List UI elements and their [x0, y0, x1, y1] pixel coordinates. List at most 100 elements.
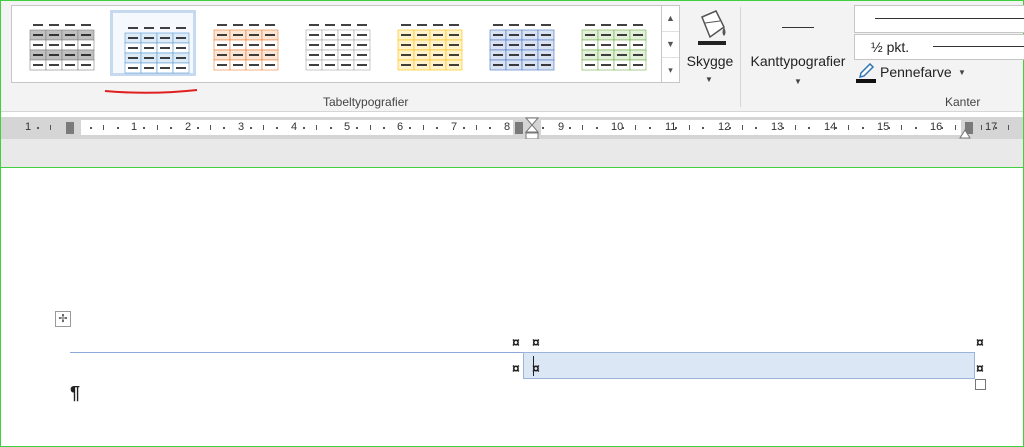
ruler-tick — [596, 127, 598, 129]
table-style-grid-table-blue[interactable] — [478, 10, 564, 76]
table-style-thumbnail-icon — [581, 24, 647, 71]
gallery-scroll-down-button[interactable]: ▼ — [662, 32, 679, 58]
ruler-tick — [117, 127, 119, 129]
ruler-tick — [729, 127, 731, 129]
ruler-tick — [848, 125, 849, 130]
ruler-tick — [675, 127, 677, 129]
border-styles-button[interactable]: Kanttypografier ▼ — [744, 7, 852, 97]
ruler-number: 2 — [185, 121, 192, 133]
ruler-tick — [689, 125, 690, 130]
paragraph-mark: ¶ — [70, 383, 81, 403]
table-resize-handle[interactable] — [975, 379, 986, 390]
ruler-tick — [276, 127, 278, 129]
ruler-tick — [250, 127, 252, 129]
ruler-tick — [316, 125, 317, 130]
pen-color-swatch — [856, 79, 876, 83]
document-page[interactable] — [1, 168, 1023, 445]
ruler-tick — [808, 127, 810, 129]
line-style-dropdown[interactable] — [854, 5, 1024, 33]
cell-end-marker: ¤ — [512, 360, 520, 376]
table-style-grid-table-green[interactable] — [570, 10, 656, 76]
ruler-tick — [582, 125, 583, 130]
ruler-tick — [330, 127, 332, 129]
right-indent-marker[interactable] — [959, 127, 971, 139]
border-styles-label: Kanttypografier — [750, 53, 846, 69]
ruler-gray-band — [1, 139, 1023, 168]
ruler-tick — [702, 127, 704, 129]
shading-button[interactable]: Skygge ▼ — [681, 7, 739, 87]
ruler-tick — [423, 125, 424, 130]
ruler-tick — [995, 127, 997, 129]
ruler-tick — [1008, 125, 1009, 130]
border-style-preview-icon — [782, 27, 814, 28]
line-weight-dropdown[interactable]: ½ pkt. — [854, 34, 1024, 60]
ruler-tick — [476, 125, 477, 130]
ruler-tick — [303, 127, 305, 129]
ruler-tick — [383, 127, 385, 129]
pen-icon — [858, 63, 875, 79]
red-annotation-underline — [104, 89, 198, 94]
paint-bucket-icon — [698, 10, 726, 45]
table-style-grid-table-orange[interactable] — [202, 10, 288, 76]
ruler-tick — [50, 125, 51, 130]
chevron-down-icon: ▼ — [794, 77, 802, 86]
ruler-tick — [835, 127, 837, 129]
ruler-tick — [795, 125, 796, 130]
ruler-tick — [90, 127, 92, 129]
table-style-thumbnail-icon — [124, 27, 190, 74]
table-styles-gallery[interactable] — [11, 5, 663, 83]
table-style-thumbnail-icon — [305, 24, 371, 71]
row-end-marker: ¤ — [976, 334, 984, 350]
line-style-preview — [875, 18, 1024, 19]
ruler-number: 4 — [291, 121, 298, 133]
ruler-number: 1 — [25, 121, 32, 133]
chevron-down-icon: ▼ — [705, 75, 713, 84]
ruler-number: 6 — [397, 121, 404, 133]
ruler-number: 3 — [238, 121, 245, 133]
ruler-tick — [622, 127, 624, 129]
table-style-grid-table-dark[interactable] — [18, 10, 104, 76]
ruler-tick — [210, 125, 211, 130]
gallery-more-button[interactable]: ▾ — [662, 58, 679, 83]
chevron-down-icon: ▼ — [958, 68, 966, 77]
gallery-scroll-up-button[interactable]: ▲ — [662, 6, 679, 32]
table-style-thumbnail-icon — [397, 24, 463, 71]
table-style-thumbnail-icon — [213, 24, 279, 71]
ruler-tick — [409, 127, 411, 129]
gallery-scroll[interactable]: ▲ ▼ ▾ — [661, 5, 680, 83]
ruler-number: 1 — [131, 121, 138, 133]
ruler-tick — [197, 127, 199, 129]
ruler-tick — [755, 127, 757, 129]
ruler-tick — [223, 127, 225, 129]
shading-label: Skygge — [686, 53, 734, 69]
left-margin-marker[interactable] — [66, 122, 74, 134]
table-style-grid-table-gold[interactable] — [386, 10, 472, 76]
ruler-tick — [981, 125, 982, 130]
table-styles-group-label: Tabeltypografier — [323, 95, 409, 109]
row-end-marker: ¤ — [976, 360, 984, 376]
ruler-tick — [463, 127, 465, 129]
ruler-tick — [635, 125, 636, 130]
ruler-tick — [263, 125, 264, 130]
ruler-tick — [901, 125, 902, 130]
ruler-tick — [649, 127, 651, 129]
ruler-tick — [569, 127, 571, 129]
table-style-grid-table-plain[interactable] — [294, 10, 380, 76]
table-selected-cell[interactable] — [523, 352, 975, 379]
pen-color-label: Pennefarve — [880, 64, 952, 80]
table-style-thumbnail-icon — [29, 24, 95, 71]
ruler-tick — [356, 127, 358, 129]
line-weight-preview — [933, 46, 1024, 47]
ruler-tick — [157, 125, 158, 130]
horizontal-ruler[interactable]: 1 1 2 3 4 5 6 7 8 9 10 11 12 13 14 15 16 17 — [1, 117, 1023, 141]
ruler-number: 7 — [451, 121, 458, 133]
ruler-tick — [436, 127, 438, 129]
table-move-handle-icon[interactable]: ✢ — [55, 311, 71, 327]
ruler-tick — [370, 125, 371, 130]
table-style-grid-table-light-blue[interactable] — [110, 10, 196, 76]
ruler-tick — [103, 125, 104, 130]
hanging-indent-marker[interactable] — [525, 117, 539, 141]
ruler-tick — [542, 127, 544, 129]
column-marker[interactable] — [515, 122, 523, 134]
ruler-tick — [955, 125, 956, 130]
